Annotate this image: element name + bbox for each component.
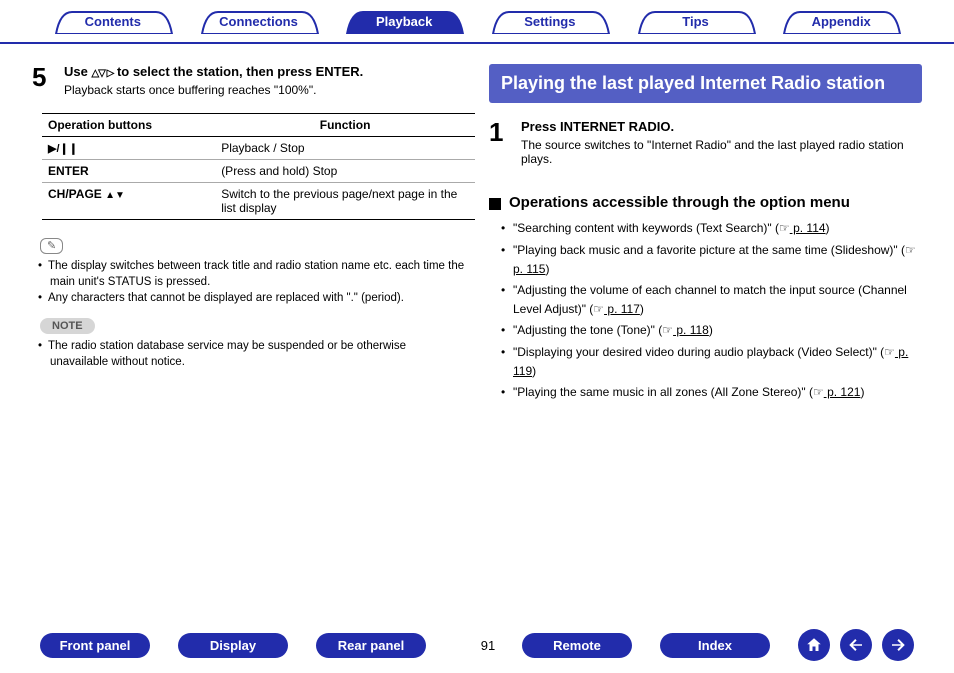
section-banner: Playing the last played Internet Radio s… bbox=[489, 64, 922, 103]
home-button[interactable] bbox=[798, 629, 830, 661]
hand-pointer-icon: ☞ bbox=[593, 302, 604, 316]
step-title-post: to select the station, then press ENTER. bbox=[113, 64, 363, 79]
page-link[interactable]: p. 118 bbox=[673, 323, 709, 337]
nav-triangles-icon: △▽ ▷ bbox=[91, 68, 113, 79]
step-title-pre: Use bbox=[64, 64, 91, 79]
hand-pointer-icon: ☞ bbox=[779, 221, 790, 235]
pencil-icon: ✎ bbox=[40, 238, 63, 254]
table-row: ENTER (Press and hold) Stop bbox=[42, 160, 475, 183]
page-link[interactable]: p. 114 bbox=[790, 221, 826, 235]
list-item: "Adjusting the volume of each channel to… bbox=[513, 281, 922, 318]
list-item: The display switches between track title… bbox=[50, 258, 465, 290]
page-content: 5 Use △▽ ▷ to select the station, then p… bbox=[0, 44, 954, 405]
pill-display[interactable]: Display bbox=[178, 633, 288, 658]
prev-page-button[interactable] bbox=[840, 629, 872, 661]
nav-icon-group bbox=[798, 629, 914, 661]
note-badge: NOTE bbox=[40, 318, 95, 334]
options-heading-text: Operations accessible through the option… bbox=[509, 194, 850, 211]
tab-connections[interactable]: Connections bbox=[190, 8, 328, 34]
step-desc: Playback starts once buffering reaches "… bbox=[64, 83, 465, 97]
step-body: Press INTERNET RADIO. The source switche… bbox=[521, 119, 922, 176]
function-cell: (Press and hold) Stop bbox=[215, 160, 475, 183]
page-link[interactable]: p. 121 bbox=[824, 385, 861, 399]
pill-remote[interactable]: Remote bbox=[522, 633, 632, 658]
step-number: 1 bbox=[489, 119, 511, 176]
tab-playback[interactable]: Playback bbox=[335, 8, 473, 34]
hand-pointer-icon: ☞ bbox=[813, 385, 824, 399]
table-header-buttons: Operation buttons bbox=[42, 114, 215, 137]
list-item: Any characters that cannot be displayed … bbox=[50, 290, 465, 306]
tab-label: Connections bbox=[190, 8, 328, 34]
page-number: 91 bbox=[474, 638, 502, 653]
operation-buttons-table: Operation buttons Function ▶/❙❙ Playback… bbox=[42, 113, 475, 220]
table-header-function: Function bbox=[215, 114, 475, 137]
button-cell: CH/PAGE ▲▼ bbox=[42, 183, 215, 220]
tab-label: Tips bbox=[627, 8, 765, 34]
pill-rear-panel[interactable]: Rear panel bbox=[316, 633, 426, 658]
page-link[interactable]: p. 117 bbox=[604, 302, 640, 316]
pills-left-group: Front panel Display Rear panel bbox=[40, 633, 454, 658]
pill-index[interactable]: Index bbox=[660, 633, 770, 658]
options-heading: Operations accessible through the option… bbox=[489, 194, 922, 211]
page-link[interactable]: p. 119 bbox=[513, 345, 908, 378]
play-pause-icon: ▶/❙❙ bbox=[48, 143, 78, 155]
button-cell: ▶/❙❙ bbox=[42, 137, 215, 160]
tab-tips[interactable]: Tips bbox=[627, 8, 765, 34]
left-column: 5 Use △▽ ▷ to select the station, then p… bbox=[32, 64, 465, 405]
hand-pointer-icon: ☞ bbox=[662, 323, 673, 337]
table-row: CH/PAGE ▲▼ Switch to the previous page/n… bbox=[42, 183, 475, 220]
function-cell: Playback / Stop bbox=[215, 137, 475, 160]
bottom-nav: Front panel Display Rear panel 91 Remote In… bbox=[0, 629, 954, 661]
hand-pointer-icon: ☞ bbox=[905, 243, 916, 257]
next-page-button[interactable] bbox=[882, 629, 914, 661]
table-row: ▶/❙❙ Playback / Stop bbox=[42, 137, 475, 160]
list-item: "Playing the same music in all zones (Al… bbox=[513, 383, 922, 402]
up-down-icon: ▲▼ bbox=[105, 190, 125, 201]
step-title: Use △▽ ▷ to select the station, then pre… bbox=[64, 64, 465, 79]
right-column: Playing the last played Internet Radio s… bbox=[489, 64, 922, 405]
list-item: "Adjusting the tone (Tone)" (☞ p. 118) bbox=[513, 321, 922, 340]
options-list: "Searching content with keywords (Text S… bbox=[489, 219, 922, 401]
function-cell: Switch to the previous page/next page in… bbox=[215, 183, 475, 220]
info-bullets: The display switches between track title… bbox=[32, 258, 465, 306]
step-1: 1 Press INTERNET RADIO. The source switc… bbox=[489, 119, 922, 176]
pills-right-group: Remote Index bbox=[522, 633, 798, 658]
pill-front-panel[interactable]: Front panel bbox=[40, 633, 150, 658]
step-5: 5 Use △▽ ▷ to select the station, then p… bbox=[32, 64, 465, 107]
list-item: The radio station database service may b… bbox=[50, 338, 465, 370]
tab-label: Settings bbox=[481, 8, 619, 34]
list-item: "Playing back music and a favorite pictu… bbox=[513, 241, 922, 278]
step-number: 5 bbox=[32, 64, 54, 107]
tab-label: Playback bbox=[335, 8, 473, 34]
tab-contents[interactable]: Contents bbox=[44, 8, 182, 34]
tab-settings[interactable]: Settings bbox=[481, 8, 619, 34]
list-item: "Searching content with keywords (Text S… bbox=[513, 219, 922, 238]
step-title: Press INTERNET RADIO. bbox=[521, 119, 922, 134]
square-bullet-icon bbox=[489, 198, 501, 210]
step-desc: The source switches to "Internet Radio" … bbox=[521, 138, 922, 166]
step-body: Use △▽ ▷ to select the station, then pre… bbox=[64, 64, 465, 107]
tab-appendix[interactable]: Appendix bbox=[772, 8, 910, 34]
page-link[interactable]: p. 115 bbox=[513, 262, 545, 276]
tab-label: Appendix bbox=[772, 8, 910, 34]
tab-label: Contents bbox=[44, 8, 182, 34]
note-bullets: The radio station database service may b… bbox=[32, 338, 465, 370]
list-item: "Displaying your desired video during au… bbox=[513, 343, 922, 380]
top-tab-bar: Contents Connections Playback Settings T… bbox=[0, 0, 954, 44]
button-cell: ENTER bbox=[42, 160, 215, 183]
hand-pointer-icon: ☞ bbox=[884, 345, 895, 359]
